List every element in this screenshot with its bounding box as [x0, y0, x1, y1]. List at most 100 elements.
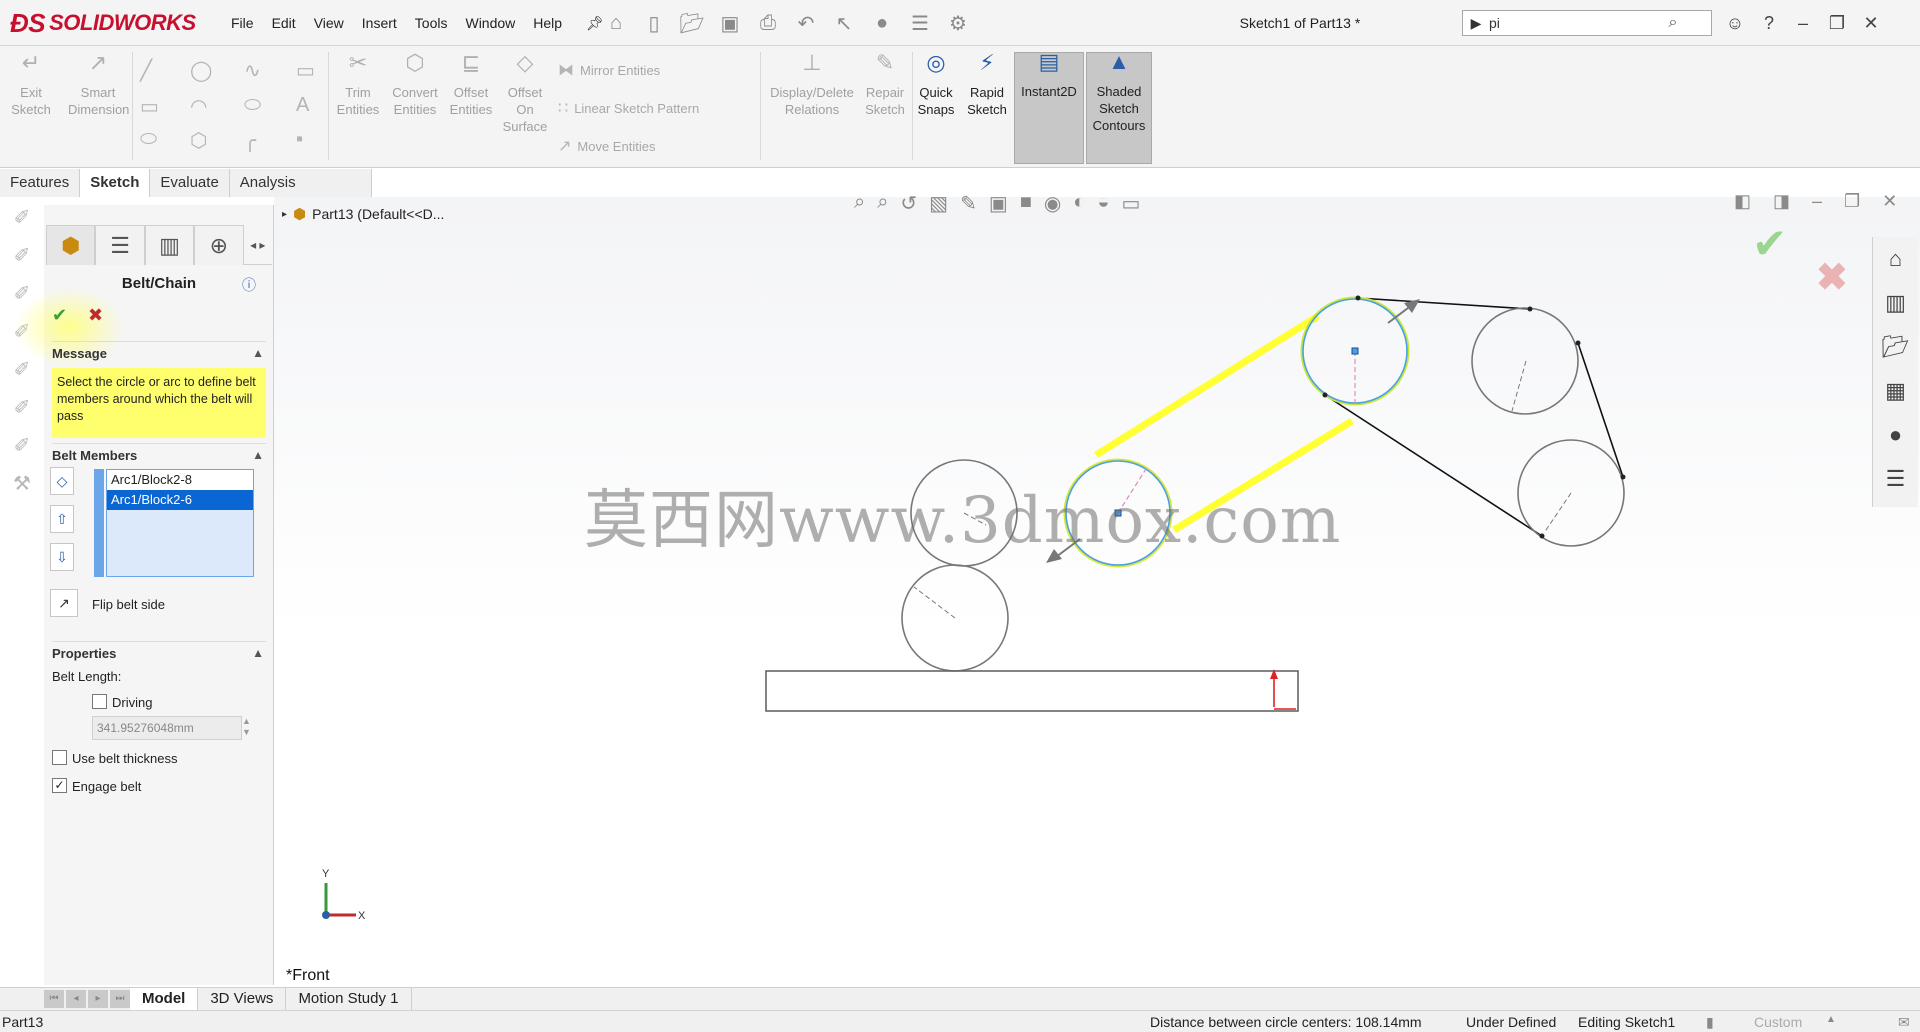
exit-sketch-button[interactable]: ↵ Exit Sketch — [8, 52, 54, 118]
move-up-icon[interactable]: ⇧ — [50, 505, 74, 533]
search-box[interactable]: ▶ ⌕ — [1462, 10, 1712, 36]
point-icon[interactable]: ▪ — [296, 128, 303, 151]
graphics-area[interactable]: 莫西网www.3dmox.com ▸ ⬢ Part13 (Default<<D.… — [274, 191, 1920, 987]
tile-left-icon[interactable]: ◧ — [1734, 191, 1751, 212]
command-search-icon[interactable]: ▶ — [1463, 11, 1489, 35]
property-manager-tab-icon[interactable]: ⬢ — [46, 225, 96, 265]
rapid-sketch-button[interactable]: ⚡︎ Rapid Sketch — [964, 52, 1010, 118]
sketch-point[interactable] — [1539, 533, 1545, 539]
belt-length-spinner[interactable]: ▲ ▼ — [242, 716, 251, 738]
previous-view-icon[interactable]: ↺ — [900, 191, 917, 216]
sketch-canvas[interactable] — [274, 197, 1920, 987]
first-tab-icon[interactable]: ⏮ — [44, 990, 64, 1008]
search-input[interactable] — [1489, 12, 1659, 34]
belt-members-section-header[interactable]: Belt Members ▲ — [52, 443, 266, 465]
menu-view[interactable]: View — [305, 15, 353, 31]
collapse-chevron-icon[interactable]: ▲ — [252, 646, 264, 660]
solidworks-resources-icon[interactable]: ⌂ — [1873, 237, 1918, 281]
view-settings-icon[interactable]: ▭ — [1121, 191, 1140, 216]
belt-segment-highlight[interactable] — [1094, 313, 1320, 458]
options-gear-icon[interactable]: ⚙ — [942, 11, 974, 36]
message-section-header[interactable]: Message ▲ — [52, 341, 266, 363]
hide-show-items-icon[interactable]: ◉ — [1044, 191, 1061, 216]
edit-appearance-icon[interactable]: ◐ — [1073, 191, 1085, 216]
select-arrow-icon[interactable]: ↖ — [828, 11, 860, 36]
ellipse-icon[interactable]: ⬭ — [244, 94, 261, 117]
mirror-entities-button[interactable]: ⧓ Mirror Entities — [558, 60, 660, 80]
flyout-feature-tree-item[interactable]: ▸ ⬢ Part13 (Default<<D... — [282, 205, 444, 223]
next-tab-icon[interactable]: ▸ — [88, 990, 108, 1008]
tab-sketch[interactable]: Sketch — [80, 169, 151, 197]
belt-segment[interactable] — [1577, 342, 1624, 478]
tab-analysis-preparation[interactable]: Analysis Preparation — [230, 169, 372, 219]
rebuild-indicator-icon[interactable]: ▮ — [1706, 1014, 1714, 1031]
dynamic-annotation-icon[interactable]: ✎ — [960, 191, 977, 216]
tab-evaluate[interactable]: Evaluate — [150, 169, 230, 197]
menu-insert[interactable]: Insert — [353, 15, 406, 31]
sketch-point[interactable] — [1527, 306, 1533, 312]
offset-on-surface-button[interactable]: ◇ Offset On Surface — [500, 52, 550, 135]
file-explorer-icon[interactable]: 📂︎ — [1873, 325, 1918, 369]
close-icon[interactable]: ✕ — [1854, 13, 1888, 34]
belt-length-field[interactable]: 341.95276048mm — [92, 716, 242, 740]
section-view-icon[interactable]: ▧ — [929, 191, 948, 216]
tooltip-icon[interactable]: ✉ — [1898, 1014, 1910, 1031]
repair-sketch-button[interactable]: ✎ Repair Sketch — [862, 52, 908, 118]
list-item-selected[interactable]: Arc1/Block2-6 — [107, 490, 253, 510]
apply-scene-icon[interactable]: ◒ — [1097, 191, 1109, 216]
tab-features[interactable]: Features — [0, 169, 81, 197]
appearances-icon[interactable]: ● — [1873, 413, 1918, 457]
close-icon[interactable]: ✕ — [1882, 191, 1897, 212]
previous-tab-icon[interactable]: ◂ — [66, 990, 86, 1008]
confirmation-cancel-icon[interactable]: ✖ — [1816, 255, 1848, 300]
fillet-icon[interactable]: ╭ — [244, 128, 256, 153]
custom-properties-icon[interactable]: ☰ — [1873, 457, 1918, 501]
driving-checkbox[interactable] — [92, 694, 107, 709]
file-properties-icon[interactable]: ☰ — [904, 11, 936, 36]
zoom-to-area-icon[interactable]: ⌕ — [877, 191, 888, 216]
quick-snaps-button[interactable]: ◎ Quick Snaps — [914, 52, 958, 118]
slot-icon[interactable]: ⬭ — [140, 128, 157, 151]
zoom-to-fit-icon[interactable]: ⌕ — [854, 191, 865, 216]
confirmation-ok-icon[interactable]: ✔ — [1752, 219, 1787, 268]
save-icon[interactable]: ▣ — [714, 11, 746, 36]
smart-dimension-button[interactable]: ↗ Smart Dimension — [68, 52, 129, 118]
tile-right-icon[interactable]: ◨ — [1773, 191, 1790, 212]
center-point[interactable] — [1351, 347, 1359, 355]
help-icon[interactable]: ? — [1752, 13, 1786, 34]
display-style-icon[interactable]: ■ — [1020, 191, 1032, 216]
tab-scroll-arrows-icon[interactable]: ◂ ▸ — [244, 225, 272, 265]
shaded-sketch-contours-button[interactable]: ▲ Shaded Sketch Contours — [1086, 51, 1152, 164]
collapse-chevron-icon[interactable]: ▲ — [252, 346, 264, 360]
configuration-tab-icon[interactable]: ▥ — [144, 225, 195, 265]
arc-icon[interactable]: ◠ — [190, 94, 207, 119]
sketch-point[interactable] — [1575, 340, 1581, 346]
expand-arrow-icon[interactable]: ▸ — [282, 209, 287, 220]
open-folder-icon[interactable]: 📂︎ — [676, 11, 708, 36]
view-orientation-icon[interactable]: ▣ — [989, 191, 1008, 216]
display-delete-relations-button[interactable]: ⊥ Display/Delete Relations — [766, 52, 858, 118]
engage-belt-checkbox[interactable]: ✓ — [52, 778, 67, 793]
tab-motion-study-1[interactable]: Motion Study 1 — [286, 988, 412, 1010]
sketch-point[interactable] — [1620, 474, 1626, 480]
polygon-icon[interactable]: ⬡ — [190, 128, 207, 153]
menu-edit[interactable]: Edit — [263, 15, 305, 31]
new-document-icon[interactable]: ▯ — [638, 11, 670, 36]
minimize-icon[interactable]: – — [1786, 13, 1820, 34]
units-dropdown-icon[interactable]: ▲ — [1826, 1014, 1836, 1025]
restore-icon[interactable]: ❐ — [1844, 191, 1860, 212]
print-icon[interactable]: ⎙ — [752, 12, 784, 35]
annotation-icon[interactable]: ✐ — [0, 433, 44, 471]
pulley-circle[interactable] — [1471, 307, 1579, 415]
menu-file[interactable]: File — [222, 15, 263, 31]
undo-icon[interactable]: ↶ — [790, 11, 822, 36]
menu-tools[interactable]: Tools — [406, 15, 457, 31]
annotation-icon[interactable]: ✐ — [0, 395, 44, 433]
design-library-icon[interactable]: ▥ — [1873, 281, 1918, 325]
status-units[interactable]: Custom — [1754, 1014, 1802, 1030]
feature-tree-tab-icon[interactable]: ☰ — [95, 225, 145, 265]
sketch-point[interactable] — [1355, 295, 1361, 301]
base-rectangle[interactable] — [765, 670, 1299, 712]
solidworks-logo[interactable]: ƉS SOLIDWORKS — [10, 4, 200, 42]
use-belt-thickness-checkbox[interactable] — [52, 750, 67, 765]
